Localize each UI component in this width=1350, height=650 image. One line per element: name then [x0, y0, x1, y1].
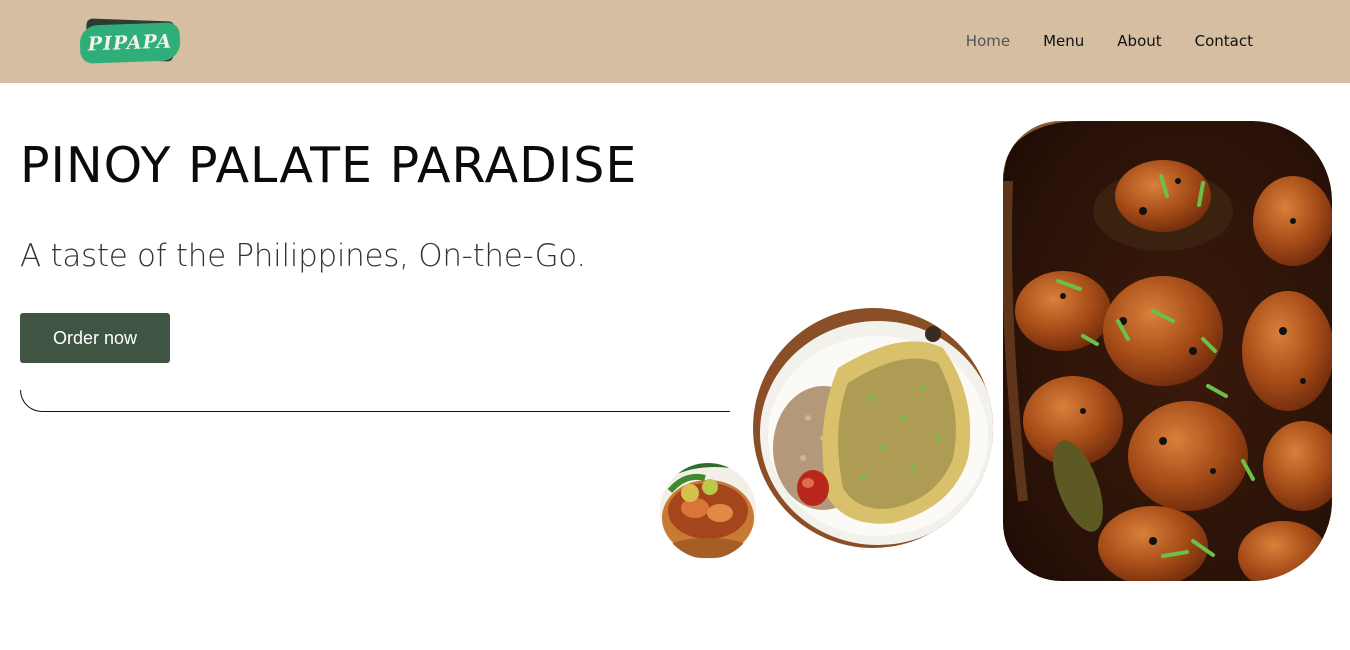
- order-now-button[interactable]: Order now: [20, 313, 170, 363]
- nav-link-home[interactable]: Home: [966, 32, 1010, 50]
- nav-link-contact[interactable]: Contact: [1195, 32, 1253, 50]
- header: PIPAPA Home Menu About Contact: [0, 0, 1350, 83]
- omelette-plate-image: [753, 308, 993, 548]
- chicken-adobo-image: [1003, 121, 1332, 581]
- main-nav: Home Menu About Contact: [966, 32, 1253, 50]
- stew-bowl-image: [660, 463, 756, 559]
- hero-subtitle: A taste of the Philippines, On-the-Go.: [20, 238, 586, 274]
- page: PIPAPA Home Menu About Contact PINOY PAL…: [0, 0, 1350, 650]
- logo-text: PIPAPA: [87, 30, 173, 56]
- nav-link-menu[interactable]: Menu: [1043, 32, 1084, 50]
- nav-link-about[interactable]: About: [1117, 32, 1161, 50]
- hero-title: PINOY PALATE PARADISE: [20, 137, 638, 194]
- logo[interactable]: PIPAPA: [79, 18, 181, 64]
- hero-divider: [20, 390, 730, 412]
- logo-badge: PIPAPA: [79, 22, 181, 64]
